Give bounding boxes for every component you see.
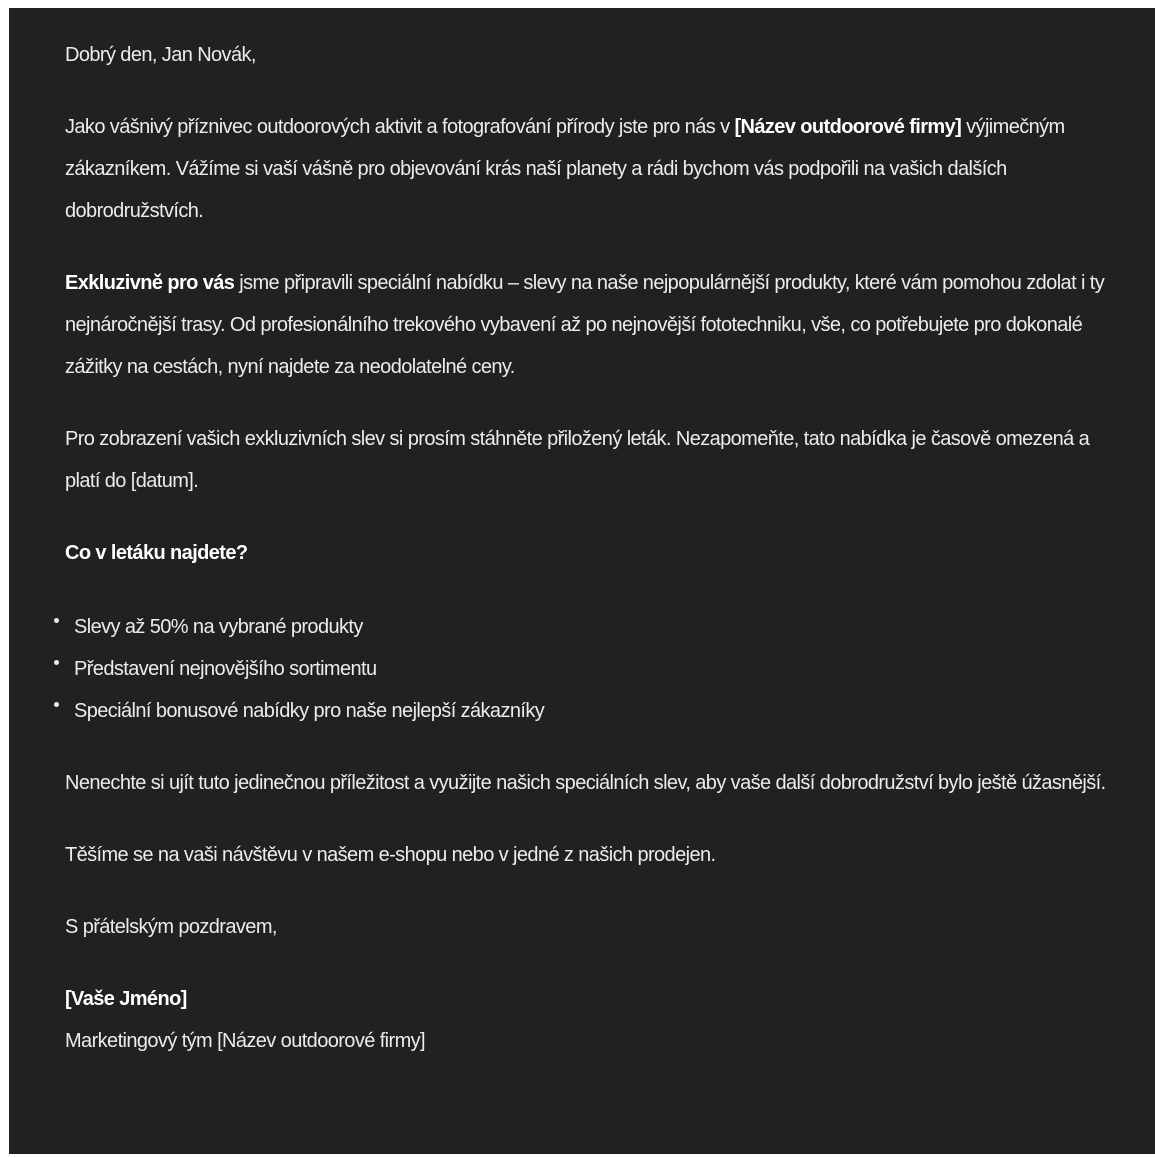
list-item: Představení nejnovějšího sortimentu xyxy=(52,648,1115,690)
offer-list: Slevy až 50% na vybrané produkty Předsta… xyxy=(52,606,1115,732)
sign-off: S přátelským pozdravem, xyxy=(65,916,277,938)
closing-line: Těšíme se na vaši návštěvu v našem e-sho… xyxy=(65,844,716,866)
list-item: Slevy až 50% na vybrané produkty xyxy=(52,606,1115,648)
offer-paragraph: Exkluzivně pro vás jsme připravili speci… xyxy=(65,262,1115,388)
list-heading: Co v letáku najdete? xyxy=(65,532,1115,574)
download-paragraph: Pro zobrazení vašich exkluzivních slev s… xyxy=(65,428,1090,492)
intro-text-before: Jako vášnivý příznivec outdoorových akti… xyxy=(65,116,735,138)
list-heading-text: Co v letáku najdete? xyxy=(65,542,248,564)
intro-paragraph: Jako vášnivý příznivec outdoorových akti… xyxy=(65,106,1115,232)
signature-name: [Vaše Jméno] xyxy=(65,978,1115,1020)
signature-team: Marketingový tým [Název outdoorové firmy… xyxy=(65,1030,426,1052)
greeting: Dobrý den, Jan Novák, xyxy=(65,44,256,66)
list-item: Speciální bonusové nabídky pro naše nejl… xyxy=(52,690,1115,732)
signature-name-text: [Vaše Jméno] xyxy=(65,988,187,1010)
offer-lead: Exkluzivně pro vás xyxy=(65,272,235,294)
company-name: [Název outdoorové firmy] xyxy=(734,116,962,138)
cta-paragraph: Nenechte si ujít tuto jedinečnou příleži… xyxy=(65,772,1106,794)
message-panel: Dobrý den, Jan Novák, Jako vášnivý přízn… xyxy=(9,8,1155,1154)
